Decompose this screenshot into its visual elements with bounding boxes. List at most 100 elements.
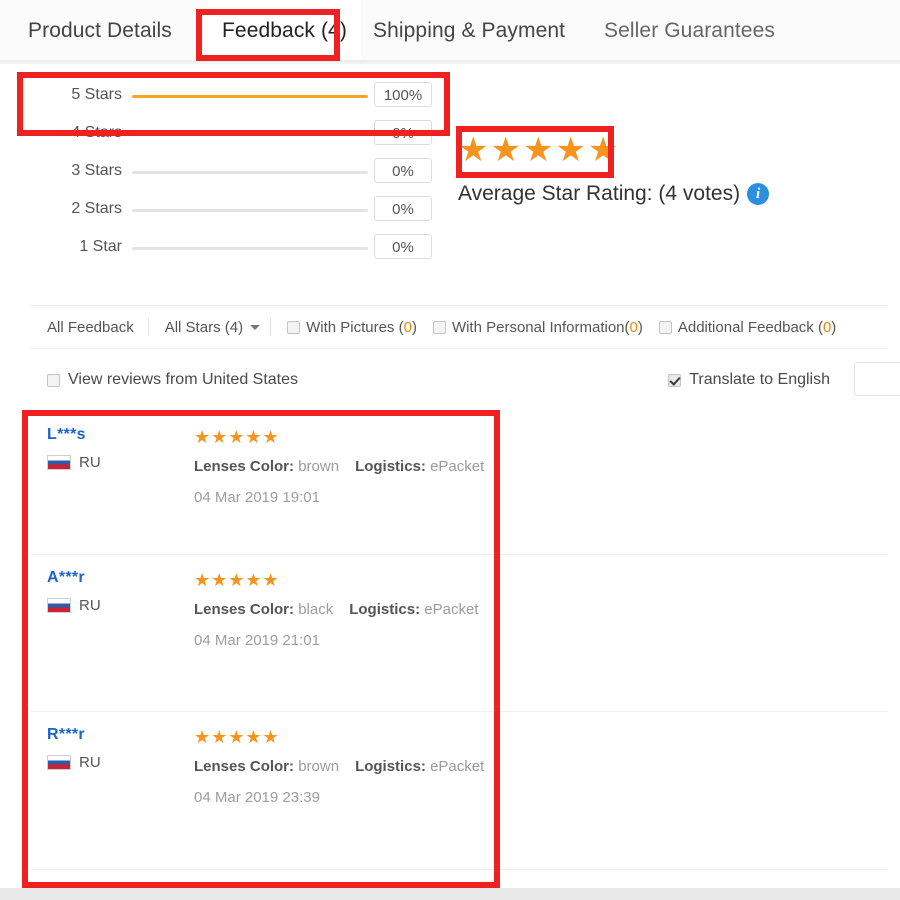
review-attr2-label: Logistics: (355, 458, 426, 475)
rating-label-3: 3 Stars (71, 162, 122, 179)
review-attributes: Lenses Color: brown Logistics: ePacket (194, 758, 484, 775)
review-item: A***r RU ★★★★★ Lenses Color: black Logist… (31, 555, 888, 712)
rating-label-4: 4 Stars (71, 124, 122, 141)
filter-with-personal-information-label: With Personal Information(0) (451, 318, 643, 336)
rating-percent-3: 0% (374, 158, 432, 183)
filter-star-select-label: All Stars (4) (164, 318, 244, 336)
checkbox-with-pictures[interactable] (287, 320, 301, 334)
review-attributes: Lenses Color: brown Logistics: ePacket (194, 458, 484, 475)
filter-bar: All Feedback All Stars (4) With Pictures… (31, 305, 888, 349)
rating-track-3 (132, 171, 368, 174)
translate-label: Translate to English (689, 371, 830, 388)
average-stars-icon: ★★★★★ (458, 131, 621, 169)
review-user: R***r RU (47, 726, 197, 771)
tab-underline (0, 60, 900, 62)
review-country-code: RU (79, 597, 101, 614)
review-attr2-value: ePacket (430, 758, 485, 775)
review-date: 04 Mar 2019 21:01 (194, 632, 320, 649)
checkbox-with-personal-information[interactable] (432, 320, 446, 334)
review-attr2-label: Logistics: (355, 758, 426, 775)
review-user-country: RU (47, 597, 197, 614)
rating-track-5 (132, 95, 368, 98)
rating-percent-4: 0% (374, 120, 432, 145)
tab-seller-guarantees[interactable]: Seller Guarantees (604, 0, 775, 62)
review-attr1-value: brown (298, 458, 340, 475)
tab-shipping-payment[interactable]: Shipping & Payment (373, 0, 565, 62)
review-attr2-value: ePacket (430, 458, 485, 475)
sort-dropdown[interactable] (854, 362, 900, 396)
review-user-name[interactable]: A***r (47, 569, 197, 587)
review-attr1-label: Lenses Color: (194, 601, 295, 618)
tab-product-details[interactable]: Product Details (28, 0, 172, 62)
rating-percent-5: 100% (374, 82, 432, 107)
filter-star-select[interactable]: All Stars (4) (149, 319, 270, 336)
rating-percent-1: 0% (374, 234, 432, 259)
rating-track-4 (132, 133, 368, 136)
review-user-name[interactable]: L***s (47, 426, 197, 444)
rating-row-4: 4 Stars 0% (0, 116, 460, 154)
rating-label-2: 2 Stars (71, 200, 122, 217)
review-attr2-value: ePacket (424, 601, 479, 618)
flag-ru-icon (47, 455, 71, 470)
checkbox-translate-to-english[interactable] (668, 373, 682, 387)
feedback-page: Product Details Feedback (4) Shipping & … (0, 0, 900, 900)
tab-feedback[interactable]: Feedback (4) (208, 0, 361, 62)
review-attr1-value: brown (298, 758, 340, 775)
review-attr2-label: Logistics: (349, 601, 421, 618)
review-attr1-label: Lenses Color: (194, 458, 295, 475)
review-user-name[interactable]: R***r (47, 726, 197, 744)
review-user-country: RU (47, 454, 197, 471)
review-body: ★★★★★ Lenses Color: black Logistics: ePac… (194, 569, 478, 649)
review-item: R***r RU ★★★★★ Lenses Color: brown Logist… (31, 712, 888, 870)
rating-breakdown: 5 Stars 100% 4 Stars 0% 3 Stars 0% 2 Sta… (0, 78, 460, 268)
rating-row-2: 2 Stars 0% (0, 192, 460, 230)
review-attributes: Lenses Color: black Logistics: ePacket (194, 601, 478, 618)
review-body: ★★★★★ Lenses Color: brown Logistics: ePac… (194, 426, 484, 506)
rating-label-1: 1 Star (79, 238, 122, 255)
review-stars-icon: ★★★★★ (194, 427, 280, 447)
filter-with-pictures[interactable]: With Pictures (0) (271, 319, 417, 336)
review-body: ★★★★★ Lenses Color: brown Logistics: ePac… (194, 726, 484, 806)
review-user: L***s RU (47, 426, 197, 471)
rating-row-1: 1 Star 0% (0, 230, 460, 268)
translate-option[interactable]: Translate to English (668, 371, 830, 389)
review-list: L***s RU ★★★★★ Lenses Color: brown Logist… (31, 412, 888, 900)
view-reviews-label: View reviews from United States (68, 371, 299, 388)
review-country-code: RU (79, 454, 101, 471)
filter-all-feedback[interactable]: All Feedback (31, 319, 148, 336)
rating-row-3: 3 Stars 0% (0, 154, 460, 192)
review-stars-icon: ★★★★★ (194, 570, 280, 590)
chevron-down-icon (250, 324, 261, 330)
view-reviews-option[interactable]: View reviews from United States (47, 371, 298, 389)
checkbox-additional-feedback[interactable] (658, 320, 672, 334)
filter-with-pictures-label: With Pictures (0) (306, 318, 417, 336)
flag-ru-icon (47, 755, 71, 770)
average-rating-block: ★★★★★ Average Star Rating: (4 votes) i (458, 130, 770, 206)
review-user: A***r RU (47, 569, 197, 614)
rating-track-2 (132, 209, 368, 212)
review-attr1-label: Lenses Color: (194, 758, 295, 775)
filter-additional-feedback[interactable]: Additional Feedback (0) (643, 319, 836, 336)
with-pictures-count: 0 (403, 318, 412, 336)
average-rating-text: Average Star Rating: (4 votes) (458, 182, 741, 205)
tab-bar: Product Details Feedback (4) Shipping & … (0, 0, 900, 64)
review-date: 04 Mar 2019 19:01 (194, 489, 320, 506)
review-date: 04 Mar 2019 23:39 (194, 789, 320, 806)
review-stars-icon: ★★★★★ (194, 727, 280, 747)
filter-with-personal-information[interactable]: With Personal Information(0) (417, 319, 643, 336)
flag-ru-icon (47, 598, 71, 613)
with-personal-information-count: 0 (629, 318, 638, 336)
review-item: L***s RU ★★★★★ Lenses Color: brown Logist… (31, 412, 888, 555)
option-row: View reviews from United States Translat… (31, 360, 900, 406)
review-user-country: RU (47, 754, 197, 771)
rating-track-1 (132, 247, 368, 250)
checkbox-view-reviews[interactable] (47, 373, 60, 387)
review-attr1-value: black (298, 601, 334, 618)
rating-percent-2: 0% (374, 196, 432, 221)
average-rating-caption: Average Star Rating: (4 votes) i (458, 182, 770, 206)
review-country-code: RU (79, 754, 101, 771)
rating-label-5: 5 Stars (71, 86, 122, 103)
info-icon[interactable]: i (747, 183, 770, 205)
rating-row-5: 5 Stars 100% (0, 78, 460, 116)
bottom-scrollbar[interactable] (0, 888, 900, 900)
